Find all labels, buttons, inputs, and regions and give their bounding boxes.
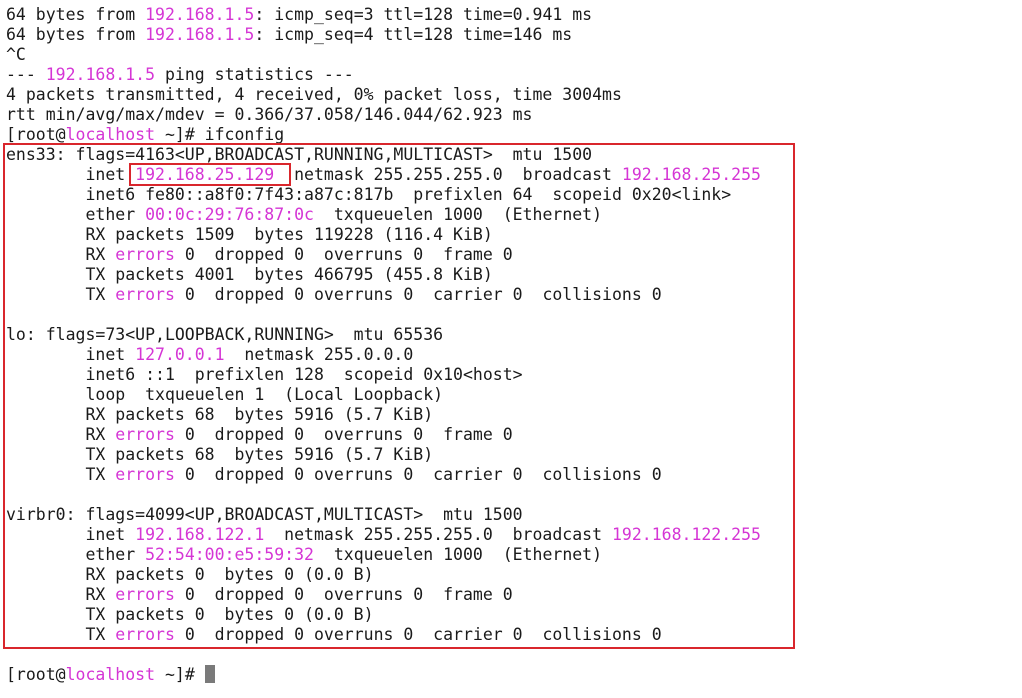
- terminal-text: ---: [6, 65, 46, 84]
- terminal-text: ping statistics ---: [155, 65, 354, 84]
- terminal-window[interactable]: 64 bytes from 192.168.1.5: icmp_seq=3 tt…: [0, 0, 1022, 698]
- terminal-text: : icmp_seq=4 ttl=128 time=146 ms: [254, 25, 573, 44]
- terminal-line: [root@localhost ~]#: [6, 665, 215, 685]
- highlighted-text: localhost: [65, 125, 156, 144]
- cursor-block[interactable]: [204, 665, 215, 683]
- terminal-line: --- 192.168.1.5 ping statistics ---: [6, 65, 354, 85]
- highlighted-text: localhost: [65, 665, 156, 684]
- terminal-text: ~]#: [155, 665, 205, 684]
- highlighted-text: 192.168.1.5: [145, 25, 255, 44]
- terminal-text: [root@: [6, 665, 66, 684]
- terminal-text: 64 bytes from: [6, 25, 146, 44]
- highlighted-text: 192.168.1.5: [145, 5, 255, 24]
- terminal-text: rtt min/avg/max/mdev = 0.366/37.058/146.…: [6, 105, 533, 124]
- terminal-text: ~]# ifconfig: [155, 125, 285, 144]
- terminal-line: [root@localhost ~]# ifconfig: [6, 125, 284, 145]
- terminal-text: ^C: [6, 45, 26, 64]
- interfaces-annotation-box: [3, 143, 795, 649]
- highlighted-text: 192.168.1.5: [45, 65, 156, 84]
- terminal-line: 64 bytes from 192.168.1.5: icmp_seq=3 tt…: [6, 5, 592, 25]
- terminal-text: [root@: [6, 125, 66, 144]
- terminal-line: rtt min/avg/max/mdev = 0.366/37.058/146.…: [6, 105, 533, 125]
- terminal-text: 64 bytes from: [6, 5, 146, 24]
- terminal-line: 4 packets transmitted, 4 received, 0% pa…: [6, 85, 622, 105]
- ens33-ip-annotation-box: [129, 163, 291, 186]
- terminal-line: 64 bytes from 192.168.1.5: icmp_seq=4 tt…: [6, 25, 572, 45]
- terminal-line: ^C: [6, 45, 26, 65]
- terminal-text: 4 packets transmitted, 4 received, 0% pa…: [6, 85, 622, 104]
- terminal-text: : icmp_seq=3 ttl=128 time=0.941 ms: [254, 5, 593, 24]
